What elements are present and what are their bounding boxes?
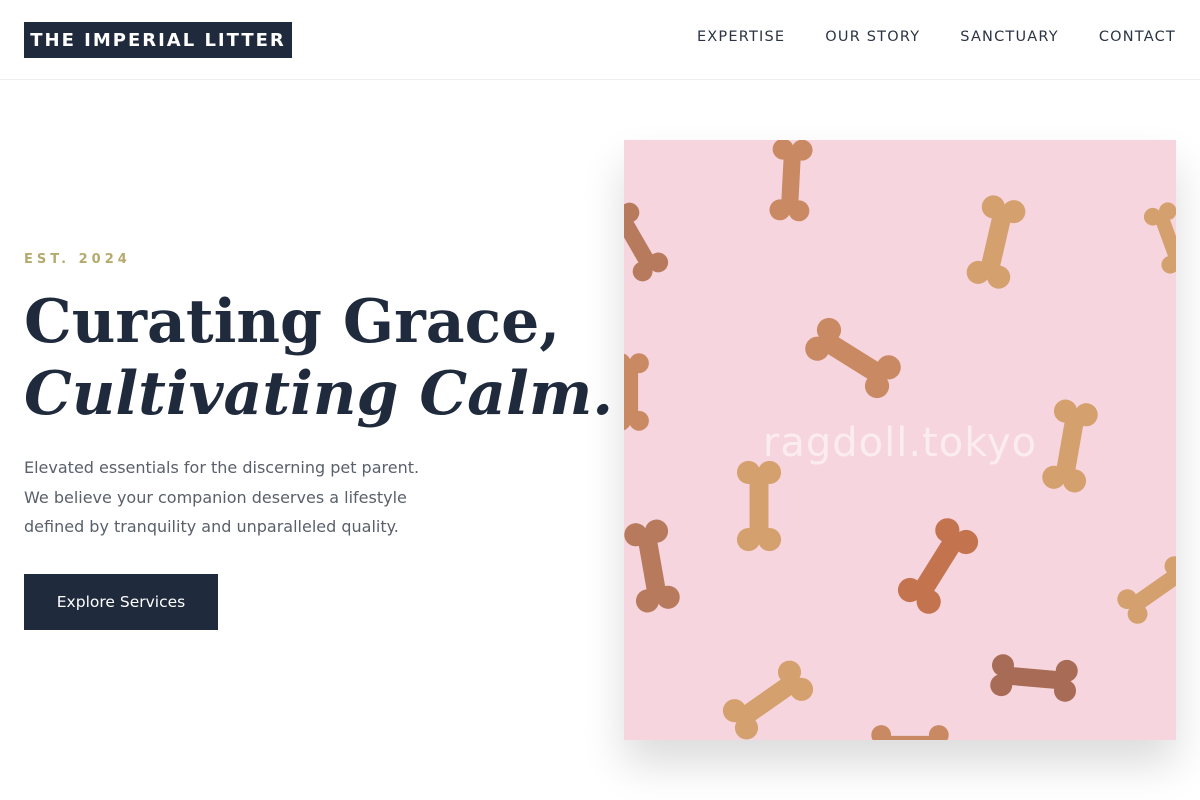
headline-line-1: Curating Grace, <box>24 287 561 357</box>
established-label: EST. 2024 <box>24 252 131 267</box>
hero-headline: Curating Grace, Cultivating Calm. <box>24 286 614 430</box>
explore-services-button[interactable]: Explore Services <box>24 574 218 630</box>
brand-logo[interactable]: THE IMPERIAL LITTER <box>24 22 292 58</box>
nav-link-our-story[interactable]: OUR STORY <box>825 29 920 45</box>
main-nav: EXPERTISE OUR STORY SANCTUARY CONTACT <box>697 29 1176 45</box>
description-line: We believe your companion deserves a lif… <box>24 487 407 507</box>
nav-link-contact[interactable]: CONTACT <box>1099 29 1176 45</box>
description-line: Elevated essentials for the discerning p… <box>24 458 420 477</box>
hero-image: ragdoll.tokyo <box>624 140 1176 740</box>
site-header: THE IMPERIAL LITTER EXPERTISE OUR STORY … <box>0 0 1200 80</box>
image-watermark: ragdoll.tokyo <box>762 420 1038 466</box>
description-line: defined by tranquility and unparalleled … <box>24 517 399 536</box>
nav-link-expertise[interactable]: EXPERTISE <box>697 29 785 45</box>
hero-description: Elevated essentials for the discerning p… <box>24 453 504 542</box>
nav-link-sanctuary[interactable]: SANCTUARY <box>960 29 1059 45</box>
headline-line-2: Cultivating Calm. <box>24 359 614 429</box>
